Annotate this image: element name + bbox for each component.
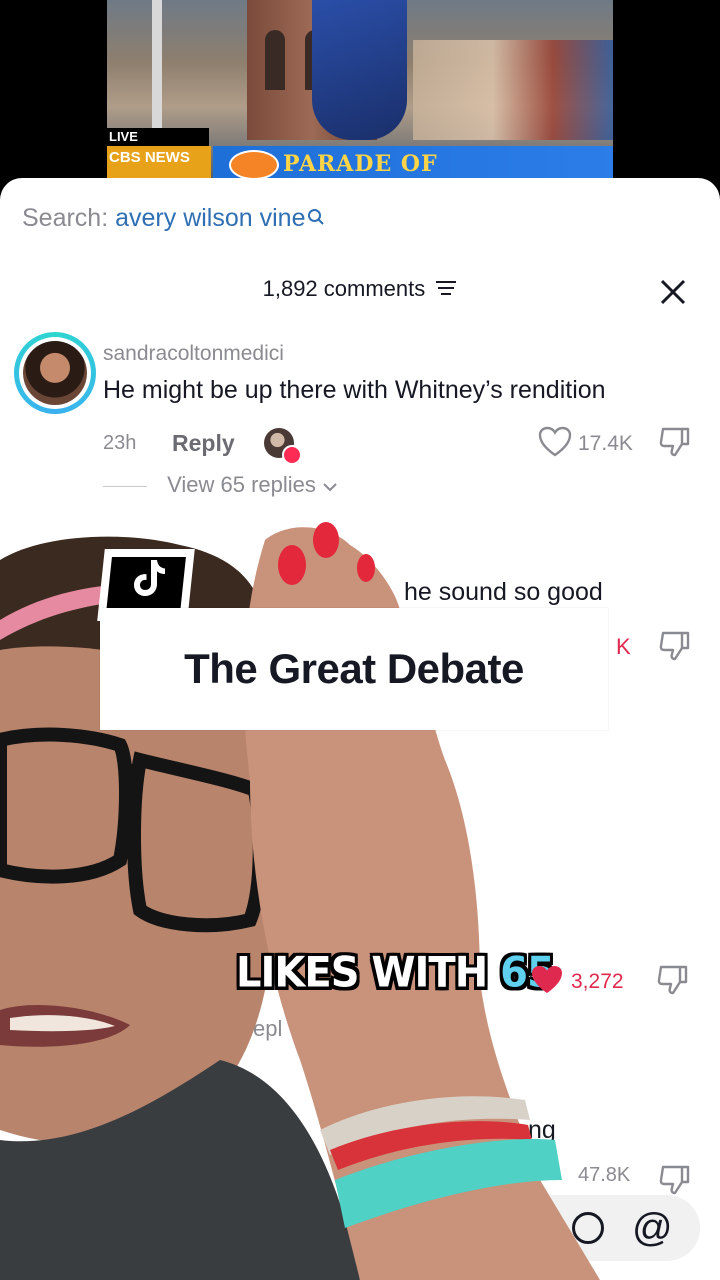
like-count: 17.4K (578, 432, 633, 455)
view-replies-button[interactable]: View 65 replies (103, 472, 338, 498)
search-prefix: Search: (22, 204, 109, 232)
live-tag: LIVE (107, 128, 209, 146)
like-count: 47.8K (578, 1164, 631, 1186)
dislike-icon[interactable] (658, 630, 692, 662)
title-card-text: The Great Debate (184, 645, 524, 692)
parade-performer (312, 0, 407, 140)
like-count: 3,272 (571, 970, 624, 993)
dislike-icon[interactable] (658, 426, 692, 458)
search-term[interactable]: avery wilson vine (115, 204, 305, 232)
close-icon[interactable] (660, 279, 686, 305)
emoji-icon[interactable] (572, 1212, 604, 1244)
comment-text: he sound so good (404, 578, 603, 606)
comments-count-header: 1,892 comments (0, 276, 720, 303)
mention-icon[interactable]: @ (632, 1206, 673, 1251)
search-suggestion[interactable]: Search: avery wilson vine (22, 204, 325, 233)
heart-filled-icon[interactable] (530, 964, 564, 996)
flag-pole (152, 0, 162, 130)
dislike-icon[interactable] (658, 1164, 692, 1196)
comments-count: 1,892 comments (262, 276, 426, 301)
caption-word: LIKES WITH (236, 948, 488, 998)
sort-filter-icon[interactable] (435, 277, 457, 303)
channel-name: CBS NEWS (109, 149, 190, 166)
dislike-icon[interactable] (656, 964, 690, 996)
parade-crowd (413, 40, 613, 140)
heart-outline-icon[interactable] (538, 426, 572, 458)
knicks-logo (229, 150, 279, 178)
comment-text: He might be up there with Whitney’s rend… (103, 376, 606, 404)
video-caption: LIKES WITH 65 (236, 948, 555, 998)
comment-text: ng (528, 1116, 556, 1144)
replies-divider (103, 485, 147, 487)
video-preview: LIVE CBS NEWS PARADE OF CHAMPIONS (107, 0, 613, 178)
view-replies-label: View 65 replies (167, 472, 316, 497)
chevron-down-icon (323, 483, 337, 492)
channel-tag: CBS NEWS (107, 146, 211, 178)
like-count: K (616, 634, 631, 659)
avatar-photo (23, 341, 87, 405)
comment-item: sandracoltonmedici He might be up there … (0, 332, 720, 512)
view-replies-label[interactable]: v 61 repl (198, 1016, 282, 1042)
avatar[interactable] (14, 332, 96, 414)
comment-username[interactable]: sandracoltonmedici (103, 342, 284, 366)
reply-button[interactable]: Reply (172, 430, 235, 457)
comment-time: 23h (103, 432, 137, 454)
title-card: The Great Debate (100, 608, 608, 730)
creator-heart-icon (282, 445, 302, 465)
search-icon[interactable] (307, 204, 325, 233)
tiktok-logo-icon (132, 558, 166, 608)
